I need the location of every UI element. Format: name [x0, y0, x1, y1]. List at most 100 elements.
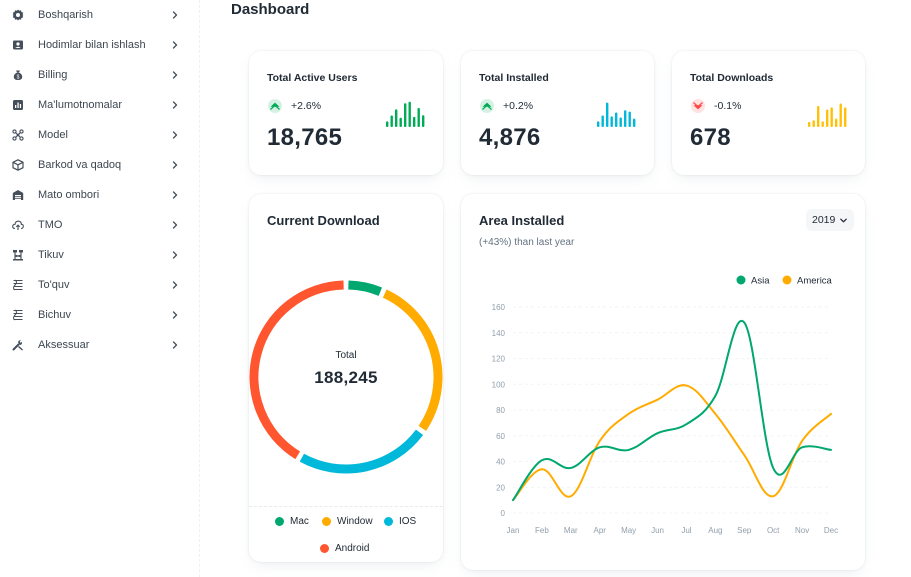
stat-value: 4,876 — [479, 124, 541, 151]
sidebar-item-label: Tikuv — [38, 249, 64, 261]
chevron-right-icon — [172, 341, 178, 349]
stat-card-downloads: Total Downloads -0.1% 678 — [672, 51, 865, 175]
stat-value: 18,765 — [267, 124, 343, 151]
legend-item-ios[interactable]: IOS — [384, 516, 416, 527]
gear-icon — [12, 9, 24, 21]
money-bag-icon: $ — [13, 70, 23, 80]
x-tick-label: Jul — [681, 526, 691, 535]
legend-dot — [736, 275, 746, 285]
x-tick-label: Sep — [737, 526, 752, 535]
sidebar-item-label: Ma'lumotnomalar — [38, 99, 123, 111]
sidebar-item-label: Model — [38, 129, 68, 141]
y-tick-label: 100 — [492, 380, 506, 389]
divider — [249, 506, 443, 507]
sidebar-item-label: Bichuv — [38, 309, 72, 321]
mini-bar — [390, 115, 393, 127]
sidebar-item[interactable]: Barkod va qadoq — [0, 150, 200, 180]
legend-dot — [320, 544, 329, 553]
area-installed-card: Area Installed (+43%) than last year 201… — [461, 194, 865, 570]
y-tick-label: 160 — [492, 303, 506, 312]
mini-bar — [628, 111, 631, 127]
legend-label-asia: Asia — [751, 276, 770, 287]
sidebar-item[interactable]: Boshqarish — [0, 0, 200, 30]
chevron-right-icon — [172, 311, 178, 319]
donut-slice-ios — [299, 429, 424, 474]
sidebar-item-label: TMO — [38, 219, 63, 231]
x-tick-label: Aug — [708, 526, 722, 535]
sidebar-item[interactable]: Mato ombori — [0, 180, 200, 210]
mini-bar — [610, 116, 613, 127]
sidebar-item-label: Barkod va qadoq — [38, 159, 122, 171]
trend-down-icon — [691, 99, 705, 113]
mini-bar — [812, 120, 815, 127]
legend-label: Mac — [290, 516, 309, 527]
chevron-right-icon — [172, 71, 178, 79]
x-tick-label: May — [621, 526, 636, 535]
x-tick-label: Mar — [564, 526, 578, 535]
sidebar-item[interactable]: Hodimlar bilan ishlash — [0, 30, 200, 60]
mini-bar — [619, 117, 622, 127]
sidebar-item[interactable]: Aksessuar — [0, 330, 200, 360]
legend-label-america: America — [797, 276, 833, 287]
sidebar-item[interactable]: Model — [0, 120, 200, 150]
legend-dot — [384, 517, 393, 526]
mini-bar — [395, 109, 398, 127]
stat-value: 678 — [690, 124, 731, 151]
mini-bar-chart — [808, 103, 847, 127]
sidebar-item[interactable]: Bichuv — [0, 300, 200, 330]
legend-dot — [322, 517, 331, 526]
y-tick-label: 60 — [496, 432, 505, 441]
x-tick-label: Jun — [651, 526, 664, 535]
network-icon — [12, 129, 24, 141]
mini-bar — [386, 121, 389, 127]
y-tick-label: 40 — [496, 458, 505, 467]
report-chart-icon — [13, 100, 23, 110]
mini-bar — [422, 115, 425, 127]
series-line-america — [512, 384, 832, 502]
trend-up-icon — [268, 99, 282, 113]
chevron-right-icon — [172, 281, 178, 289]
mini-bar — [615, 112, 618, 127]
legend-item-android[interactable]: Android — [320, 543, 369, 554]
y-tick-label: 20 — [496, 483, 505, 492]
mini-bar-chart — [386, 101, 425, 127]
mini-bar — [633, 118, 636, 127]
stat-title: Total Downloads — [690, 72, 774, 84]
card-title: Current Download — [267, 213, 380, 228]
y-tick-label: 140 — [492, 329, 506, 338]
legend-item-mac[interactable]: Mac — [275, 516, 309, 527]
sidebar-item-label: Hodimlar bilan ishlash — [38, 39, 146, 51]
sidebar-item[interactable]: To'quv — [0, 270, 200, 300]
sidebar-item-label: Billing — [38, 69, 68, 81]
sidebar-item-label: Aksessuar — [38, 339, 90, 351]
cutting-icon — [13, 309, 23, 321]
id-card-icon — [13, 40, 23, 50]
tools-icon — [12, 340, 23, 351]
mini-bar — [839, 103, 842, 127]
cloud-upload-icon — [12, 220, 24, 230]
y-tick-label: 120 — [492, 355, 506, 364]
legend-item-window[interactable]: Window — [322, 516, 373, 527]
chevron-right-icon — [172, 131, 178, 139]
mini-bar — [606, 102, 609, 127]
x-tick-label: Oct — [767, 526, 780, 535]
package-icon — [12, 159, 24, 171]
sidebar-item-label: Boshqarish — [38, 9, 94, 21]
sidebar-item[interactable]: Ma'lumotnomalar — [0, 90, 200, 120]
stat-title: Total Installed — [479, 72, 549, 84]
y-tick-label: 0 — [501, 509, 506, 518]
mini-bar — [624, 110, 627, 127]
sewing-icon — [13, 250, 23, 261]
chevron-right-icon — [172, 101, 178, 109]
x-tick-label: Apr — [594, 526, 607, 535]
x-tick-label: Dec — [824, 526, 838, 535]
mini-bar — [817, 106, 820, 127]
sidebar-item[interactable]: TMO — [0, 210, 200, 240]
mini-bar-chart — [597, 102, 636, 127]
sidebar-item[interactable]: $ Billing — [0, 60, 200, 90]
svg-text:$: $ — [17, 74, 20, 80]
sidebar-item[interactable]: Tikuv — [0, 240, 200, 270]
mini-bar — [413, 116, 416, 127]
sidebar-item-label: Mato ombori — [38, 189, 100, 201]
legend-label: IOS — [399, 516, 417, 527]
